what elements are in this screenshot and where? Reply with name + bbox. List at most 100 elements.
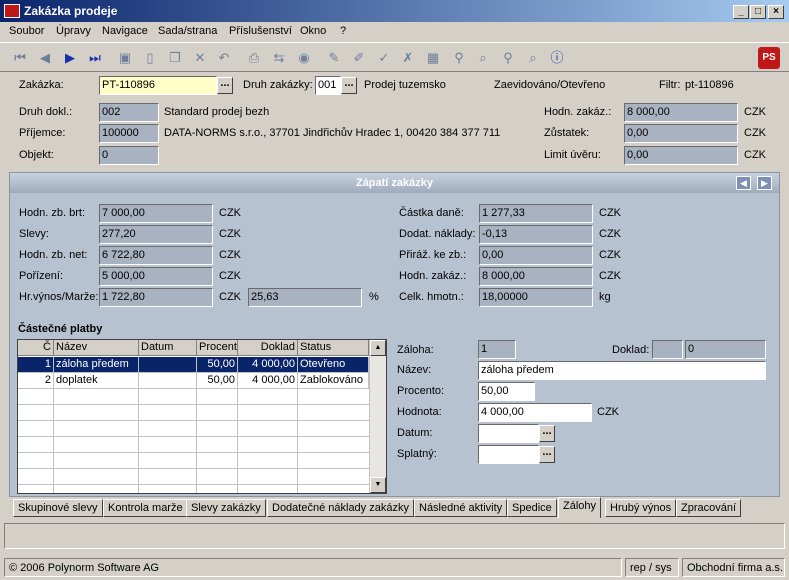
table-row[interactable]: 2 doplatek 50,00 4 000,00 Zablokováno (18, 373, 369, 389)
menu-bar: Soubor Úpravy Navigace Sada/strana Přísl… (0, 22, 789, 42)
hodnota-label: Hodnota: (397, 406, 442, 418)
scroll-down-icon[interactable]: ▼ (370, 477, 386, 493)
celk-hmotn-field: 18,00000 (479, 288, 593, 307)
new-document-icon[interactable]: ▯ (140, 48, 160, 68)
doklad-field-1 (652, 340, 683, 359)
last-record-icon[interactable]: ⏭ (85, 48, 105, 68)
tab-dodatecne-naklady[interactable]: Dodatečné náklady zakázky (267, 499, 414, 517)
table-scrollbar[interactable]: ▲ ▼ (369, 340, 386, 493)
menu-upravy[interactable]: Úpravy (56, 25, 91, 37)
window-title: Zakázka prodeje (24, 4, 118, 18)
celk-hmotn-unit: kg (599, 291, 611, 303)
row-procent: 50,00 (197, 357, 238, 373)
hodn-zakaz-footer-unit: CZK (599, 270, 621, 282)
column-header-c[interactable]: Č (18, 340, 54, 356)
column-header-nazev[interactable]: Název (54, 340, 139, 356)
check-icon[interactable]: ✓ (374, 48, 394, 68)
tab-spedice[interactable]: Spedice (507, 499, 557, 517)
splatny-picker-button[interactable]: ... (539, 446, 555, 463)
tab-slevy-zakazky[interactable]: Slevy zakázky (186, 499, 266, 517)
close-button[interactable]: × (768, 5, 784, 19)
druh-dokl-field: 002 (99, 103, 159, 122)
column-header-status[interactable]: Status (298, 340, 369, 356)
info-icon[interactable]: ⓘ (547, 48, 567, 68)
order-status-text: Zaevidováno/Otevřeno (494, 79, 606, 91)
hodnota-input[interactable]: 4 000,00 (478, 403, 592, 422)
tab-hruby-vynos[interactable]: Hrubý výnos (605, 499, 677, 517)
druh-zakazky-lookup-button[interactable]: ... (341, 77, 357, 94)
prijemce-label: Příjemce: (19, 127, 66, 139)
print-icon[interactable]: ⎙ (244, 48, 264, 68)
zaloha-field: 1 (478, 340, 516, 359)
pencil-icon[interactable]: ✐ (349, 48, 369, 68)
menu-help[interactable]: ? (340, 25, 346, 37)
menu-soubor[interactable]: Soubor (9, 25, 44, 37)
hodn-zakaz-footer-field: 8 000,00 (479, 267, 593, 286)
tab-kontrola-marze[interactable]: Kontrola marže (103, 499, 188, 517)
objekt-label: Objekt: (19, 149, 54, 161)
row-procent: 50,00 (197, 373, 238, 389)
maximize-button[interactable]: □ (750, 5, 766, 19)
hr-vynos-unit: CZK (219, 291, 241, 303)
menu-okno[interactable]: Okno (300, 25, 326, 37)
tab-nasledne-aktivity[interactable]: Následné aktivity (414, 499, 508, 517)
status-bar: © 2006 Polynorm Software AG rep / sys Ob… (0, 556, 789, 580)
panel-prev-arrow-icon[interactable]: ◀ (736, 176, 751, 190)
datum-picker-button[interactable]: ... (539, 425, 555, 442)
zoom-icon[interactable]: ⌕ (523, 48, 543, 68)
hr-vynos-marze-label: Hr.výnos/Marže: (19, 291, 99, 303)
search-list-icon[interactable]: ⌕ (473, 48, 493, 68)
save-icon[interactable]: ▣ (115, 48, 135, 68)
empty-rows (18, 389, 369, 493)
datum-label: Datum: (397, 427, 433, 439)
tab-skupinove-slevy[interactable]: Skupinové slevy (13, 499, 103, 517)
slevy-label: Slevy: (19, 228, 49, 240)
hodn-zb-brt-unit: CZK (219, 207, 241, 219)
edit-pen-icon[interactable]: ✎ (324, 48, 344, 68)
table-row[interactable]: 1 záloha předem 50,00 4 000,00 Otevřeno (18, 357, 369, 373)
panel-next-arrow-icon[interactable]: ▶ (757, 176, 772, 190)
priraz-unit: CZK (599, 249, 621, 261)
menu-prislusenstvi[interactable]: Příslušenství (229, 25, 292, 37)
hodn-zakaz-field: 8 000,00 (624, 103, 738, 122)
bottom-tabs: Skupinové slevy Kontrola marže Slevy zak… (10, 497, 785, 519)
datum-input[interactable] (478, 424, 539, 443)
column-header-datum[interactable]: Datum (139, 340, 197, 356)
minimize-button[interactable]: _ (733, 5, 749, 19)
filtr-value: pt-110896 (685, 79, 734, 91)
export-icon[interactable]: ⇆ (269, 48, 289, 68)
menu-navigace[interactable]: Navigace (102, 25, 148, 37)
hodn-zakaz-currency: CZK (744, 106, 766, 118)
hodn-zb-net-label: Hodn. zb. net: (19, 249, 88, 261)
hodn-zb-brt-label: Hodn. zb. brt: (19, 207, 86, 219)
tab-zalohy[interactable]: Zálohy (558, 497, 602, 518)
hodn-zb-net-unit: CZK (219, 249, 241, 261)
scroll-up-icon[interactable]: ▲ (370, 340, 386, 356)
undo-icon[interactable]: ↶ (214, 48, 234, 68)
zakazka-input[interactable]: PT-110896 (99, 76, 217, 95)
procento-input[interactable]: 50,00 (478, 382, 535, 401)
delete-icon[interactable]: ✕ (190, 48, 210, 68)
partial-payments-table[interactable]: Č Název Datum Procent Doklad Status 1 zá… (17, 339, 387, 494)
column-header-procent[interactable]: Procent (197, 340, 238, 356)
zakazka-lookup-button[interactable]: ... (217, 77, 233, 94)
next-record-icon[interactable]: ▶ (60, 48, 80, 68)
previous-record-icon[interactable]: ◀ (35, 48, 55, 68)
porizeni-field: 5 000,00 (99, 267, 213, 286)
druh-zakazky-input[interactable]: 001 (315, 76, 341, 95)
calculator-icon[interactable]: ▦ (423, 48, 443, 68)
column-header-doklad[interactable]: Doklad (238, 340, 298, 356)
globe-icon[interactable]: ◉ (294, 48, 314, 68)
row-status: Otevřeno (298, 357, 369, 373)
tab-zpracovani[interactable]: Zpracování (676, 499, 742, 517)
tools-icon[interactable]: ✗ (398, 48, 418, 68)
row-doklad: 4 000,00 (238, 357, 298, 373)
nazev-input[interactable]: záloha předem (478, 361, 766, 380)
priraz-field: 0,00 (479, 246, 593, 265)
copy-icon[interactable]: ❐ (165, 48, 185, 68)
menu-sada-strana[interactable]: Sada/strana (158, 25, 217, 37)
first-record-icon[interactable]: ⏮ (10, 48, 30, 68)
filter-icon[interactable]: ⚲ (449, 48, 469, 68)
splatny-input[interactable] (478, 445, 539, 464)
search-icon[interactable]: ⚲ (498, 48, 518, 68)
